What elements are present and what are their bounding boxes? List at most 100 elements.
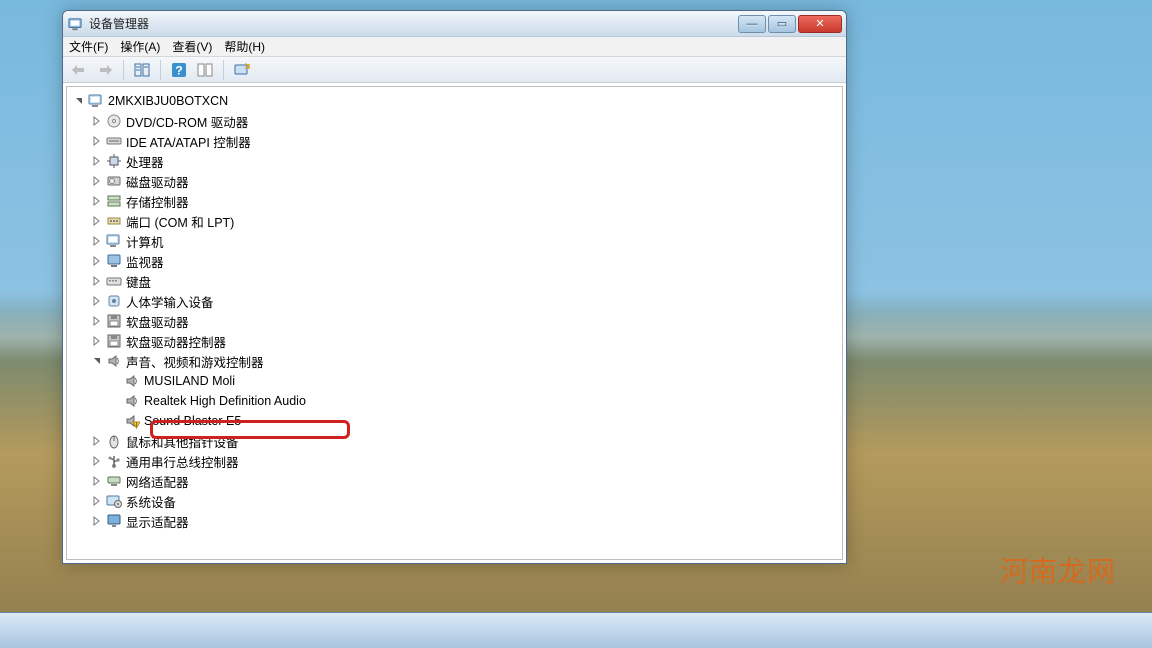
app-icon bbox=[67, 16, 83, 32]
expander-icon[interactable] bbox=[91, 215, 103, 227]
node-keyboard[interactable]: 键盘 bbox=[67, 271, 842, 291]
computer-icon bbox=[106, 233, 122, 249]
titlebar[interactable]: 设备管理器 — ▭ ✕ bbox=[63, 11, 846, 37]
node-label: 监视器 bbox=[126, 252, 164, 271]
cpu-icon bbox=[106, 153, 122, 169]
node-label: 显示适配器 bbox=[126, 512, 189, 531]
node-floppy[interactable]: 软盘驱动器 bbox=[67, 311, 842, 331]
watermark-text: 河南龙网 bbox=[1000, 550, 1116, 590]
node-label: 处理器 bbox=[126, 152, 164, 171]
expander-icon[interactable] bbox=[91, 155, 103, 167]
node-label: 键盘 bbox=[126, 272, 151, 291]
node-cpu[interactable]: 处理器 bbox=[67, 151, 842, 171]
expander-icon[interactable] bbox=[91, 135, 103, 147]
node-hid[interactable]: 人体学输入设备 bbox=[67, 291, 842, 311]
menu-file[interactable]: 文件(F) bbox=[69, 38, 108, 55]
floppy-icon bbox=[106, 313, 122, 329]
taskbar[interactable] bbox=[0, 612, 1152, 648]
node-usb[interactable]: 通用串行总线控制器 bbox=[67, 451, 842, 471]
node-label: 人体学输入设备 bbox=[126, 292, 214, 311]
node-label: 网络适配器 bbox=[126, 472, 189, 491]
expander-icon[interactable] bbox=[91, 455, 103, 467]
node-dvd[interactable]: DVD/CD-ROM 驱动器 bbox=[67, 111, 842, 131]
device-tree[interactable]: 2MKXIBJU0BOTXCN DVD/CD-ROM 驱动器 IDE ATA/A… bbox=[66, 86, 843, 560]
node-label: 软盘驱动器 bbox=[126, 312, 189, 331]
expander-icon[interactable] bbox=[91, 335, 103, 347]
node-soundblaster[interactable]: ! Sound Blaster E5 bbox=[67, 411, 842, 431]
expander-icon[interactable] bbox=[91, 195, 103, 207]
window-title: 设备管理器 bbox=[89, 15, 149, 32]
node-computer[interactable]: 计算机 bbox=[67, 231, 842, 251]
usb-icon bbox=[106, 453, 122, 469]
node-network[interactable]: 网络适配器 bbox=[67, 471, 842, 491]
node-label: 鼠标和其他指针设备 bbox=[126, 432, 239, 451]
disc-icon bbox=[106, 113, 122, 129]
expander-icon[interactable] bbox=[91, 435, 103, 447]
forward-button[interactable] bbox=[93, 59, 117, 81]
node-label: Realtek High Definition Audio bbox=[144, 394, 306, 408]
expander-icon[interactable] bbox=[91, 175, 103, 187]
node-sound[interactable]: 声音、视频和游戏控制器 bbox=[67, 351, 842, 371]
node-label: Sound Blaster E5 bbox=[144, 414, 241, 428]
node-label: 存储控制器 bbox=[126, 192, 189, 211]
node-monitor[interactable]: 监视器 bbox=[67, 251, 842, 271]
show-hidden-button[interactable] bbox=[130, 59, 154, 81]
port-icon bbox=[106, 213, 122, 229]
node-label: DVD/CD-ROM 驱动器 bbox=[126, 112, 248, 131]
node-label: 系统设备 bbox=[126, 492, 176, 511]
menu-help[interactable]: 帮助(H) bbox=[224, 38, 265, 55]
expander-icon[interactable] bbox=[91, 275, 103, 287]
sound-icon bbox=[106, 353, 122, 369]
node-ports[interactable]: 端口 (COM 和 LPT) bbox=[67, 211, 842, 231]
node-label: 声音、视频和游戏控制器 bbox=[126, 352, 264, 371]
node-label: 端口 (COM 和 LPT) bbox=[126, 212, 234, 231]
expander-icon[interactable] bbox=[91, 315, 103, 327]
expander-icon[interactable] bbox=[91, 255, 103, 267]
sound-icon bbox=[124, 373, 140, 389]
menu-action[interactable]: 操作(A) bbox=[120, 38, 160, 55]
expander-icon[interactable] bbox=[73, 95, 85, 107]
mouse-icon bbox=[106, 433, 122, 449]
expander-icon[interactable] bbox=[91, 495, 103, 507]
menu-view[interactable]: 查看(V) bbox=[172, 38, 212, 55]
expander-icon[interactable] bbox=[91, 475, 103, 487]
sound-icon bbox=[124, 393, 140, 409]
expander-icon[interactable] bbox=[91, 515, 103, 527]
expander-icon[interactable] bbox=[91, 235, 103, 247]
node-disk[interactable]: 磁盘驱动器 bbox=[67, 171, 842, 191]
node-label: MUSILAND Moli bbox=[144, 374, 235, 388]
monitor-icon bbox=[106, 253, 122, 269]
node-ide[interactable]: IDE ATA/ATAPI 控制器 bbox=[67, 131, 842, 151]
hid-icon bbox=[106, 293, 122, 309]
node-display[interactable]: 显示适配器 bbox=[67, 511, 842, 531]
help-button[interactable]: ? bbox=[167, 59, 191, 81]
scan-button[interactable] bbox=[230, 59, 254, 81]
node-realtek[interactable]: Realtek High Definition Audio bbox=[67, 391, 842, 411]
sound-icon: ! bbox=[124, 413, 140, 429]
hdd-icon bbox=[106, 173, 122, 189]
node-musiland[interactable]: MUSILAND Moli bbox=[67, 371, 842, 391]
expander-icon[interactable] bbox=[91, 355, 103, 367]
computer-icon bbox=[88, 93, 104, 109]
node-mouse[interactable]: 鼠标和其他指针设备 bbox=[67, 431, 842, 451]
expander-icon[interactable] bbox=[91, 115, 103, 127]
floppy-icon bbox=[106, 333, 122, 349]
node-storage[interactable]: 存储控制器 bbox=[67, 191, 842, 211]
back-button[interactable] bbox=[67, 59, 91, 81]
ide-icon bbox=[106, 133, 122, 149]
network-icon bbox=[106, 473, 122, 489]
node-label: 软盘驱动器控制器 bbox=[126, 332, 226, 351]
properties-button[interactable] bbox=[193, 59, 217, 81]
svg-text:?: ? bbox=[175, 63, 182, 77]
tree-root[interactable]: 2MKXIBJU0BOTXCN bbox=[67, 91, 842, 111]
menubar: 文件(F) 操作(A) 查看(V) 帮助(H) bbox=[63, 37, 846, 57]
toolbar: ? bbox=[63, 57, 846, 83]
close-button[interactable]: ✕ bbox=[798, 15, 842, 33]
expander-icon[interactable] bbox=[91, 295, 103, 307]
node-label: 计算机 bbox=[126, 232, 164, 251]
node-system[interactable]: 系统设备 bbox=[67, 491, 842, 511]
maximize-button[interactable]: ▭ bbox=[768, 15, 796, 33]
node-label: IDE ATA/ATAPI 控制器 bbox=[126, 132, 251, 151]
node-floppy-ctrl[interactable]: 软盘驱动器控制器 bbox=[67, 331, 842, 351]
minimize-button[interactable]: — bbox=[738, 15, 766, 33]
